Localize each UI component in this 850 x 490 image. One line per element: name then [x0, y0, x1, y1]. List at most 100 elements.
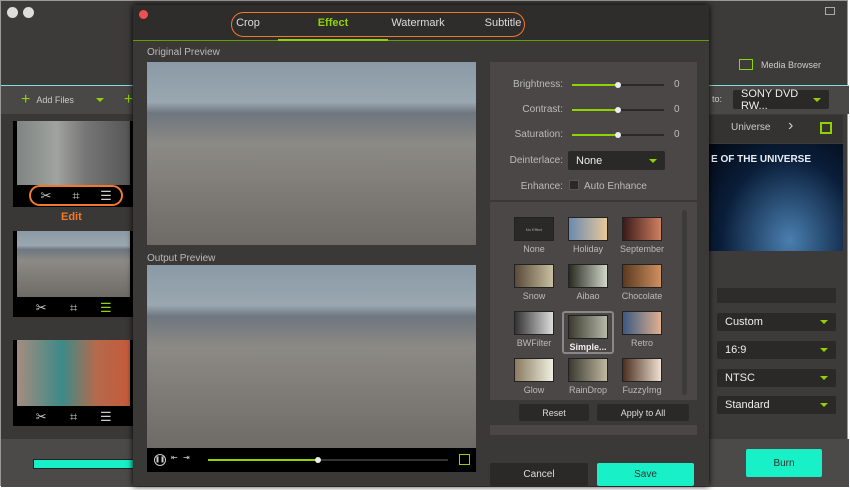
close-button[interactable]: [139, 10, 148, 19]
chevron-down-icon: [649, 158, 657, 163]
chevron-down-icon: [820, 403, 828, 407]
seek-handle[interactable]: [315, 457, 322, 463]
player-controls: ❚❚ ⇤ ⇥: [147, 448, 476, 472]
plus-icon[interactable]: +: [124, 91, 133, 109]
next-frame-icon[interactable]: ⇥: [183, 453, 190, 462]
chevron-down-icon: [820, 376, 828, 380]
effect-thumbnail: [622, 264, 662, 288]
window-close-button[interactable]: [7, 7, 18, 18]
effect-label: RainDrop: [568, 385, 608, 395]
prev-frame-icon[interactable]: ⇤: [171, 453, 178, 462]
tab-subtitle[interactable]: Subtitle: [458, 17, 548, 29]
fullscreen-icon[interactable]: [459, 454, 470, 465]
effect-label: Retro: [630, 338, 653, 348]
chevron-down-icon: [813, 97, 821, 102]
file-item[interactable]: ✂ ⌗ ☰: [13, 340, 134, 426]
scissors-icon[interactable]: ✂: [31, 300, 51, 316]
effect-item[interactable]: Glow: [508, 358, 560, 395]
effect-label: BWFilter: [516, 338, 552, 348]
adjust-slider[interactable]: [572, 82, 664, 88]
mode-select[interactable]: Standard: [717, 396, 836, 414]
window-minimize-button[interactable]: [23, 7, 34, 18]
effect-thumbnail: [514, 358, 554, 382]
effect-item[interactable]: Retro: [616, 311, 668, 348]
edit-dialog: Crop Effect Watermark Subtitle Original …: [133, 5, 709, 486]
slider-handle[interactable]: [615, 82, 621, 88]
effect-label: None: [523, 244, 545, 254]
crop-icon[interactable]: ⌗: [66, 188, 86, 204]
scissors-icon[interactable]: ✂: [36, 188, 56, 204]
active-tab-indicator: [278, 39, 388, 41]
effect-label: Holiday: [572, 244, 603, 254]
chevron-right-icon[interactable]: ›: [788, 117, 793, 135]
effect-item[interactable]: Holiday: [562, 217, 614, 254]
auto-enhance-checkbox[interactable]: [569, 180, 579, 190]
effect-label: Snow: [522, 291, 546, 301]
adjust-label: Brightness:: [512, 79, 563, 90]
chevron-down-icon[interactable]: [95, 98, 104, 102]
file-thumbnail: [17, 121, 130, 185]
adjust-slider[interactable]: [572, 107, 664, 113]
tab-effect[interactable]: Effect: [288, 17, 378, 29]
chevron-down-icon: [820, 320, 828, 324]
seek-bar[interactable]: [208, 457, 448, 463]
reset-button[interactable]: Reset: [519, 404, 589, 421]
adjust-value: 0: [674, 79, 680, 90]
adjust-slider[interactable]: [572, 132, 664, 138]
cancel-button[interactable]: Cancel: [490, 463, 588, 486]
effect-item[interactable]: September: [616, 217, 668, 254]
effect-item[interactable]: No Effect None: [508, 217, 560, 254]
effect-thumbnail: [568, 217, 608, 241]
original-preview: [147, 62, 476, 245]
device-select[interactable]: SONY DVD RW...: [733, 88, 829, 112]
adjust-label: Contrast:: [522, 104, 563, 115]
slider-handle[interactable]: [615, 107, 621, 113]
apply-to-all-button[interactable]: Apply to All: [597, 404, 689, 421]
file-item[interactable]: ✂ ⌗ ☰: [13, 121, 134, 207]
effect-item[interactable]: RainDrop: [562, 358, 614, 395]
aspect-ratio-select[interactable]: 16:9: [717, 341, 836, 359]
enhance-label: Enhance:: [520, 181, 563, 192]
effect-item[interactable]: FuzzyImg: [616, 358, 668, 395]
divider: [133, 40, 709, 41]
plus-icon: +: [21, 91, 31, 108]
quality-select[interactable]: Custom: [717, 313, 836, 331]
edit-template-icon[interactable]: [820, 122, 832, 134]
effect-item[interactable]: Chocolate: [616, 264, 668, 301]
crop-icon[interactable]: ⌗: [63, 300, 83, 316]
burn-button[interactable]: Burn: [746, 449, 822, 477]
effect-thumbnail: [622, 311, 662, 335]
effect-thumbnail: [514, 311, 554, 335]
deinterlace-select[interactable]: None: [568, 151, 665, 170]
effect-item[interactable]: Aibao: [562, 264, 614, 301]
tab-crop[interactable]: Crop: [203, 17, 293, 29]
scrollbar[interactable]: [682, 210, 687, 395]
save-button[interactable]: Save: [597, 463, 694, 486]
capacity-bar: [33, 459, 143, 469]
effect-thumbnail: [622, 358, 662, 382]
chevron-down-icon: [820, 348, 828, 352]
output-preview: [147, 265, 476, 448]
crop-icon[interactable]: ⌗: [63, 409, 83, 425]
file-thumbnail: [17, 340, 130, 406]
adjust-icon[interactable]: ☰: [96, 188, 116, 204]
effect-item[interactable]: Simple...: [562, 311, 614, 354]
adjust-value: 0: [674, 104, 680, 115]
effect-thumbnail: [622, 217, 662, 241]
file-item[interactable]: ✂ ⌗ ☰: [13, 231, 134, 317]
effect-item[interactable]: BWFilter: [508, 311, 560, 348]
slider-handle[interactable]: [615, 132, 621, 138]
effect-item[interactable]: Snow: [508, 264, 560, 301]
tv-standard-select[interactable]: NTSC: [717, 369, 836, 387]
adjust-icon[interactable]: ☰: [96, 409, 116, 425]
adjust-icon[interactable]: ☰: [96, 300, 116, 316]
add-files-button[interactable]: + Add Files +: [21, 91, 133, 109]
media-browser-button[interactable]: Media Browser: [739, 59, 821, 70]
pause-icon[interactable]: ❚❚: [154, 454, 166, 466]
scissors-icon[interactable]: ✂: [31, 409, 51, 425]
chat-icon[interactable]: [825, 7, 835, 15]
title-input[interactable]: [717, 288, 836, 303]
original-preview-label: Original Preview: [147, 47, 220, 58]
tab-watermark[interactable]: Watermark: [373, 17, 463, 29]
template-name: Universe: [731, 122, 771, 133]
